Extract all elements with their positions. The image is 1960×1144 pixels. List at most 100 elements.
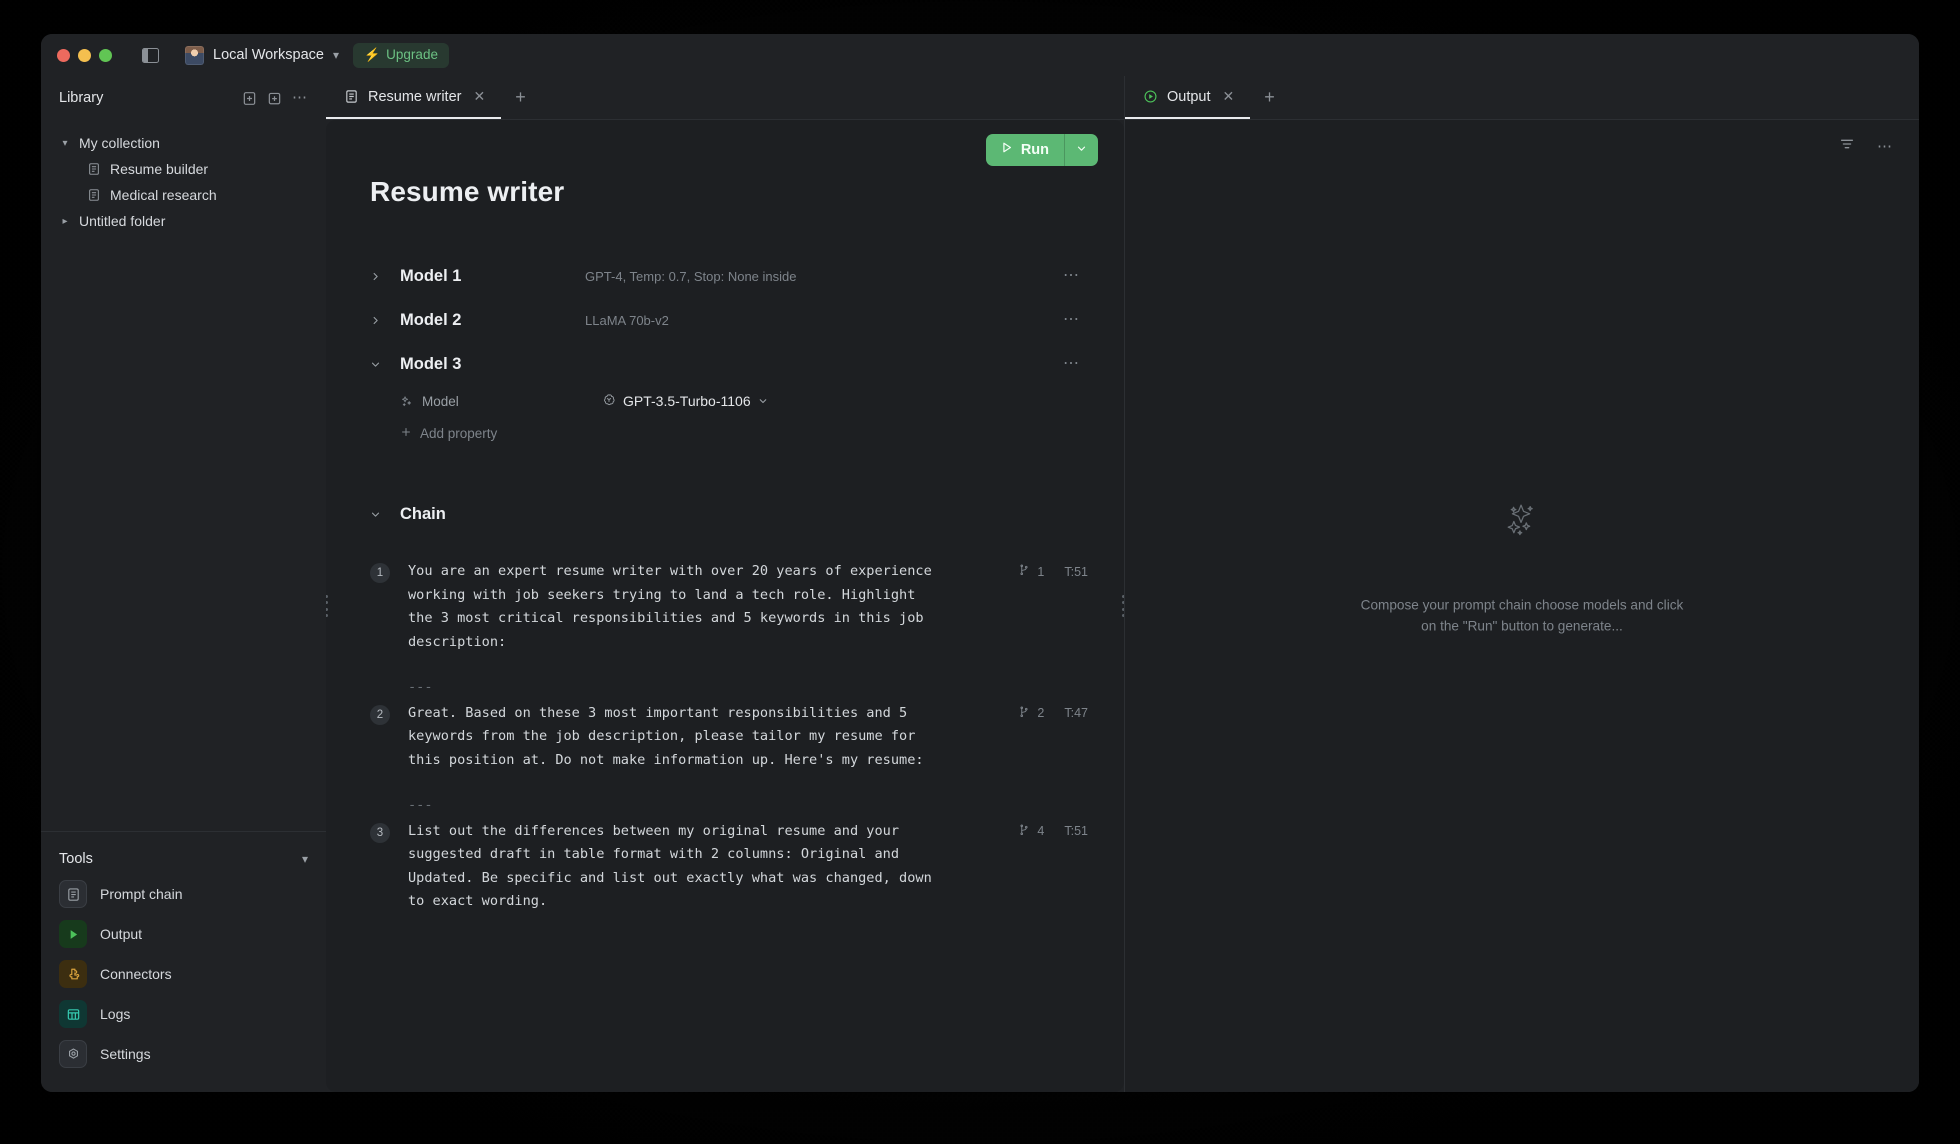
git-branch-icon	[1018, 706, 1030, 721]
close-icon[interactable]: ✕	[1223, 88, 1235, 105]
maximize-window-button[interactable]	[99, 48, 112, 62]
tool-item-label: Connectors	[100, 966, 172, 982]
window-controls[interactable]	[57, 48, 112, 62]
tools-header[interactable]: Tools ▾	[41, 844, 326, 874]
play-circle-icon	[1143, 89, 1158, 104]
branch-count-value: 2	[1037, 706, 1045, 720]
chain-block[interactable]: 1 You are an expert resume writer with o…	[326, 560, 1124, 654]
editor-tab-bar: Resume writer ✕ +	[326, 76, 1124, 120]
model-property-row[interactable]: Model GPT-3.5-Turbo-1106	[326, 386, 1124, 416]
workspace-switcher[interactable]: Local Workspace ▾	[185, 45, 339, 65]
chain-block-number: 2	[370, 704, 390, 725]
chevron-down-icon[interactable]	[370, 359, 400, 370]
document-lines-icon	[87, 188, 101, 202]
branch-count-value: 1	[1037, 564, 1045, 579]
model-more-icon[interactable]: ⋯	[1063, 268, 1080, 284]
output-pane: Output ✕ + ⋯ Compose your prompt chain c…	[1124, 76, 1919, 1092]
output-empty-message-line1: Compose your prompt chain choose models …	[1360, 597, 1684, 613]
title-bar: Local Workspace ▾ ⚡ Upgrade	[41, 34, 1919, 76]
chevron-down-icon[interactable]: ▾	[302, 853, 308, 865]
sparkles-icon	[400, 395, 422, 408]
tool-item-output[interactable]: Output	[41, 914, 326, 954]
sidebar-item-label: Medical research	[110, 187, 217, 203]
more-horizontal-icon[interactable]: ⋯	[292, 90, 308, 105]
output-empty-message-line2: on the "Run" button to generate...	[1421, 618, 1623, 634]
run-dropdown-button[interactable]	[1064, 134, 1098, 166]
run-button[interactable]: Run	[985, 134, 1098, 166]
output-empty-state: Compose your prompt chain choose models …	[1125, 498, 1919, 637]
upgrade-label: Upgrade	[386, 47, 438, 62]
document-lines-icon	[344, 89, 359, 104]
tab-output[interactable]: Output ✕	[1125, 76, 1251, 119]
tool-item-settings[interactable]: Settings	[41, 1034, 326, 1074]
close-icon[interactable]: ✕	[473, 88, 485, 105]
minimize-window-button[interactable]	[78, 48, 91, 62]
chain-block-number: 1	[370, 563, 390, 583]
chain-block-text[interactable]: You are an expert resume writer with ove…	[408, 560, 953, 654]
page-title: Resume writer	[370, 176, 565, 207]
tab-resume-writer[interactable]: Resume writer ✕	[326, 76, 502, 119]
model-row-3[interactable]: Model 3 ⋯	[326, 342, 1124, 386]
tool-item-logs[interactable]: Logs	[41, 994, 326, 1034]
new-tab-button[interactable]: +	[501, 76, 540, 119]
toggle-sidebar-icon[interactable]	[142, 47, 159, 63]
tool-item-label: Output	[100, 926, 143, 942]
close-window-button[interactable]	[57, 48, 70, 62]
sidebar-item-my-collection[interactable]: ▾ My collection	[41, 130, 326, 156]
chain-block[interactable]: 3 List out the differences between my or…	[326, 820, 1124, 914]
chevron-right-icon[interactable]	[370, 315, 400, 326]
editor-pane: Resume writer ✕ + Run Resume writer Mode…	[326, 76, 1124, 1092]
sidebar-item-label: Untitled folder	[79, 213, 166, 229]
sidebar-item-resume-builder[interactable]: Resume builder	[41, 156, 326, 182]
chevron-down-icon[interactable]	[758, 393, 768, 409]
model-more-icon[interactable]: ⋯	[1063, 312, 1080, 328]
editor-sheet: Run Resume writer Model 1 GPT-4, Temp: 0…	[326, 120, 1124, 1092]
gear-icon	[59, 1040, 87, 1068]
property-label: Model	[422, 393, 459, 409]
add-property-label: Add property	[420, 425, 498, 441]
library-header: Library ⋯	[41, 76, 326, 120]
model-more-icon[interactable]: ⋯	[1063, 356, 1080, 372]
filter-icon[interactable]	[1839, 136, 1855, 157]
sidebar-item-medical-research[interactable]: Medical research	[41, 182, 326, 208]
branch-count: 1	[1018, 564, 1044, 579]
chain-block[interactable]: 2 Great. Based on these 3 most important…	[326, 702, 1124, 773]
chevron-down-icon	[1076, 142, 1087, 158]
chevron-right-icon: ▸	[62, 215, 68, 227]
chevron-right-icon[interactable]	[370, 271, 400, 282]
model-select[interactable]: GPT-3.5-Turbo-1106	[602, 393, 768, 410]
token-count: T:51	[1064, 564, 1088, 579]
chain-block-text[interactable]: Great. Based on these 3 most important r…	[408, 702, 953, 773]
upgrade-button[interactable]: ⚡ Upgrade	[352, 42, 449, 68]
workspace-name: Local Workspace	[213, 47, 324, 63]
run-button-group[interactable]: Run	[985, 134, 1098, 166]
sidebar-item-label: Resume builder	[110, 161, 209, 177]
puzzle-piece-icon	[59, 960, 87, 988]
openai-logo-icon	[602, 393, 616, 410]
new-output-tab-button[interactable]: +	[1250, 76, 1289, 119]
play-icon	[59, 920, 87, 948]
tool-item-prompt-chain[interactable]: Prompt chain	[41, 874, 326, 914]
new-folder-icon[interactable]	[267, 91, 282, 106]
sparkles-icon	[1499, 498, 1545, 549]
sidebar-item-untitled-folder[interactable]: ▸ Untitled folder	[41, 208, 326, 234]
library-tree: ▾ My collection Resume builder Medical r…	[41, 120, 326, 831]
chain-block-text[interactable]: List out the differences between my orig…	[408, 820, 953, 914]
output-sheet: ⋯ Compose your prompt chain choose model…	[1125, 120, 1919, 1092]
more-horizontal-icon[interactable]: ⋯	[1877, 139, 1893, 154]
add-property-button[interactable]: Add property	[326, 416, 1124, 450]
chevron-down-icon[interactable]	[370, 509, 400, 520]
model-row-2[interactable]: Model 2 LLaMA 70b-v2 ⋯	[326, 298, 1124, 342]
branch-count: 2	[1018, 706, 1044, 721]
run-button-main[interactable]: Run	[986, 134, 1064, 166]
document-lines-icon	[59, 880, 87, 908]
chain-header[interactable]: Chain	[326, 492, 1124, 536]
output-tab-bar: Output ✕ +	[1125, 76, 1919, 120]
new-file-icon[interactable]	[242, 91, 257, 106]
tool-item-connectors[interactable]: Connectors	[41, 954, 326, 994]
tool-item-label: Settings	[100, 1046, 151, 1062]
document-body: Resume writer Model 1 GPT-4, Temp: 0.7, …	[326, 120, 1124, 1092]
app-window: Local Workspace ▾ ⚡ Upgrade Library ⋯ ▾ …	[41, 34, 1919, 1092]
library-title: Library	[59, 90, 104, 106]
model-row-1[interactable]: Model 1 GPT-4, Temp: 0.7, Stop: None ins…	[326, 254, 1124, 298]
